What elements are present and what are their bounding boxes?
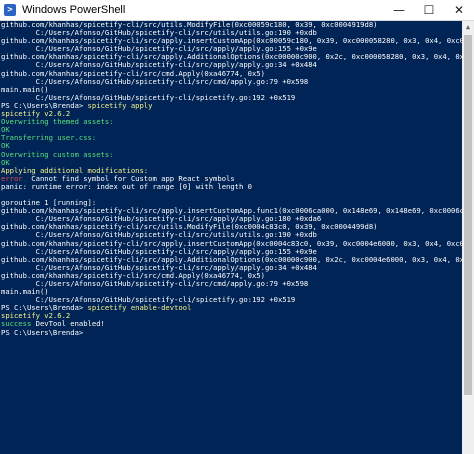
scroll-up-icon[interactable]: ▲ [462,21,474,33]
window-title: Windows PowerShell [22,4,126,16]
terminal-line: Transferring user.css: [1,133,97,143]
terminal-line: PS C:\Users\Brenda> [1,327,84,337]
powershell-window: > Windows PowerShell — ☐ ✕ github.com/kh… [0,0,474,454]
terminal-output[interactable]: github.com/khanhas/spicetify-cli/src/uti… [0,21,462,454]
terminal-line: panic: runtime error: index out of range… [1,181,252,191]
terminal-line: Overwriting themed assets: [1,117,114,127]
scrollbar-thumb[interactable] [464,35,472,395]
maximize-button[interactable]: ☐ [414,0,444,20]
minimize-button[interactable]: — [384,0,414,20]
terminal-line: Overwriting custom assets: [1,149,114,159]
vertical-scrollbar[interactable]: ▲ [462,21,474,454]
title-bar[interactable]: > Windows PowerShell — ☐ ✕ [0,0,474,21]
terminal-line: C:/Users/Afonso/GitHub/spicetify-cli/src… [1,279,309,288]
close-button[interactable]: ✕ [444,0,474,20]
powershell-icon: > [4,4,16,16]
terminal-line: C:/Users/Afonso/GitHub/spicetify-cli/src… [1,76,309,86]
